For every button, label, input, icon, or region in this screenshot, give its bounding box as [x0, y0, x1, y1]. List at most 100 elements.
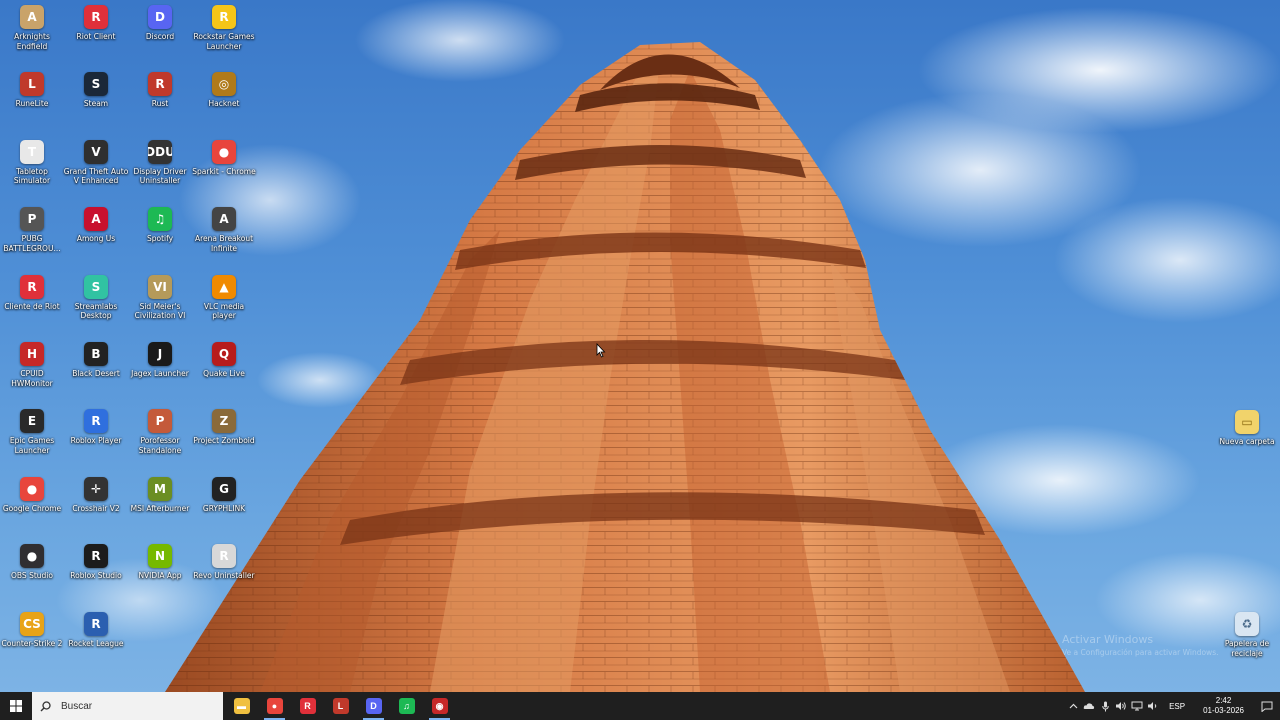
network-icon[interactable] [1129, 692, 1145, 720]
desktop-icon-discord[interactable]: D Discord [128, 0, 192, 62]
clock-time: 2:42 [1215, 696, 1232, 705]
desktop-icon-pubg[interactable]: P PUBG BATTLEGROU... [0, 202, 64, 264]
desktop-icon-streamlabs[interactable]: S Streamlabs Desktop [64, 270, 128, 332]
desktop-icon-label: Cliente de Riot [4, 301, 60, 311]
desktop-icon-project-zomboid[interactable]: Z Project Zomboid [192, 404, 256, 466]
taskbar-app-chrome[interactable]: ● [258, 692, 291, 720]
roblox-icon: R [84, 409, 108, 434]
show-hidden-icons-chevron-icon[interactable] [1065, 692, 1081, 720]
desktop-icon-gta[interactable]: V Grand Theft Auto V Enhanced [64, 135, 128, 197]
desktop-icon-vlc[interactable]: ▲ VLC media player [192, 270, 256, 332]
desktop-icon-label: Riot Client [76, 32, 116, 41]
desktop-icon-ddu[interactable]: DDU Display Driver Uninstaller [128, 135, 192, 197]
desktop-icon-label: CPUID HWMonitor [11, 369, 53, 388]
counter-strike-icon: CS [20, 611, 44, 636]
desktop-icon-riot-client[interactable]: R Riot Client [64, 0, 128, 62]
desktop-icon-steam[interactable]: S Steam [64, 67, 128, 129]
desktop-icon-rockstar[interactable]: R Rockstar Games Launcher [192, 0, 256, 62]
desktop-icon-label: Grand Theft Auto V Enhanced [63, 166, 129, 186]
desktop-icon-label: Epic Games Launcher [9, 436, 55, 455]
black-desert-icon: B [84, 342, 108, 366]
desktop-icon-civilization[interactable]: VI Sid Meier's Civilization VI [128, 270, 192, 332]
desktop-icon-black-desert[interactable]: B Black Desert [64, 337, 128, 399]
desktop-icon-msi-afterburner[interactable]: M MSI Afterburner [128, 472, 192, 534]
microphone-icon[interactable] [1097, 692, 1113, 720]
hwmonitor-icon: H [20, 342, 44, 366]
desktop-icon-revo-uninstaller[interactable]: R Revo Uninstaller [192, 539, 256, 601]
desktop-icon-label: Roblox Studio [70, 571, 122, 581]
desktop-icon-roblox-studio[interactable]: R Roblox Studio [64, 539, 128, 601]
crosshair-icon: ✛ [84, 476, 108, 501]
tabletop-simulator-icon: T [20, 139, 44, 164]
steam-icon: S [84, 72, 108, 97]
taskbar-search-box[interactable]: Buscar [32, 692, 223, 720]
start-button[interactable] [0, 692, 32, 720]
desktop-icon-nueva-carpeta[interactable]: ▭ Nueva carpeta [1215, 405, 1279, 467]
desktop-icon-nvidia[interactable]: N NVIDIA App [128, 539, 192, 601]
riot-client-icon: R [299, 698, 316, 714]
desktop-icon-label: Black Desert [72, 369, 120, 378]
desktop-icon-label: Crosshair V2 [72, 503, 120, 513]
desktop-icon-chrome[interactable]: ● Google Chrome [0, 472, 64, 534]
desktop-icon-porofessor[interactable]: P Porofessor Standalone [128, 404, 192, 466]
overlay-app-icon: ◉ [431, 698, 448, 714]
arknights-icon: A [20, 5, 44, 29]
taskbar-app-spotify[interactable]: ♫ [390, 692, 423, 720]
porofessor-icon: P [148, 409, 172, 434]
spotify-icon: ♫ [148, 207, 172, 232]
desktop-icon-counter-strike[interactable]: CS Counter-Strike 2 [0, 607, 64, 669]
desktop-icon-label: NVIDIA App [138, 571, 182, 581]
desktop-icon-hwmonitor[interactable]: H CPUID HWMonitor [0, 337, 64, 399]
onedrive-icon[interactable] [1081, 692, 1097, 720]
discord-icon: D [365, 698, 382, 714]
desktop-icon-tabletop-simulator[interactable]: T Tabletop Simulator [0, 135, 64, 197]
desktop-icon-obs[interactable]: ● OBS Studio [0, 539, 64, 601]
chrome-app-icon: ● [212, 139, 236, 164]
taskbar-app-runelite[interactable]: L [324, 692, 357, 720]
file-explorer-icon: ▬ [233, 698, 250, 714]
desktop-icon-epic-games[interactable]: E Epic Games Launcher [0, 404, 64, 466]
desktop-icon-roblox[interactable]: R Roblox Player [64, 404, 128, 466]
desktop-icon-among-us[interactable]: A Among Us [64, 202, 128, 264]
desktop-icon-spotify[interactable]: ♫ Spotify [128, 202, 192, 264]
desktop-icon-label: Revo Uninstaller [193, 571, 255, 581]
desktop-icon-riot-client[interactable]: R Cliente de Riot [0, 270, 64, 332]
volume-mixer-icon[interactable] [1145, 692, 1161, 720]
chrome-icon: ● [20, 476, 44, 501]
desktop-icon-rocket-league[interactable]: R Rocket League [64, 607, 128, 669]
input-language-indicator[interactable]: ESP [1161, 702, 1193, 711]
desktop-icon-arena-breakout[interactable]: A Arena Breakout Infinite [192, 202, 256, 264]
desktop-icon-crosshair[interactable]: ✛ Crosshair V2 [64, 472, 128, 534]
taskbar-clock[interactable]: 2:42 01-03-2026 [1193, 696, 1254, 716]
desktop-icon-quake[interactable]: Q Quake Live [192, 337, 256, 399]
revo-uninstaller-icon: R [212, 544, 236, 569]
search-placeholder: Buscar [61, 700, 93, 712]
desktop-icon-label: OBS Studio [11, 571, 53, 581]
taskbar-app-riot-client[interactable]: R [291, 692, 324, 720]
taskbar-app-discord[interactable]: D [357, 692, 390, 720]
volume-icon[interactable] [1113, 692, 1129, 720]
taskbar-pinned-apps: ▬ ● R L D ♫ ◉ [225, 692, 456, 720]
desktop-icon-jagex[interactable]: J Jagex Launcher [128, 337, 192, 399]
spotify-icon: ♫ [398, 698, 415, 714]
gta-icon: V [84, 139, 108, 164]
desktop-icon-runelite[interactable]: L RuneLite [0, 67, 64, 129]
desktop-icon-label: Nueva carpeta [1219, 437, 1275, 446]
desktop-icon-rust[interactable]: R Rust [128, 67, 192, 129]
notification-center-button[interactable] [1254, 692, 1280, 720]
system-tray: ESP 2:42 01-03-2026 [1065, 692, 1280, 720]
desktop-icon-chrome-app[interactable]: ● Sparkit - Chrome [192, 135, 256, 197]
taskbar-app-overlay-app[interactable]: ◉ [423, 692, 456, 720]
epic-games-icon: E [20, 409, 44, 434]
desktop-icon-hacknet[interactable]: ◎ Hacknet [192, 67, 256, 129]
streamlabs-icon: S [84, 274, 108, 299]
desktop-icon-arknights[interactable]: A Arknights Endfield [0, 0, 64, 62]
desktop-icon-label: PUBG BATTLEGROU... [3, 234, 61, 253]
desktop-icon-label: Arena Breakout Infinite [194, 234, 254, 253]
riot-client-icon: R [20, 274, 44, 299]
rocket-league-icon: R [84, 611, 108, 636]
desktop-icon-gryphlink[interactable]: G GRYPHLINK [192, 472, 256, 534]
roblox-studio-icon: R [84, 544, 108, 569]
riot-client-icon: R [84, 5, 108, 29]
taskbar-app-file-explorer[interactable]: ▬ [225, 692, 258, 720]
